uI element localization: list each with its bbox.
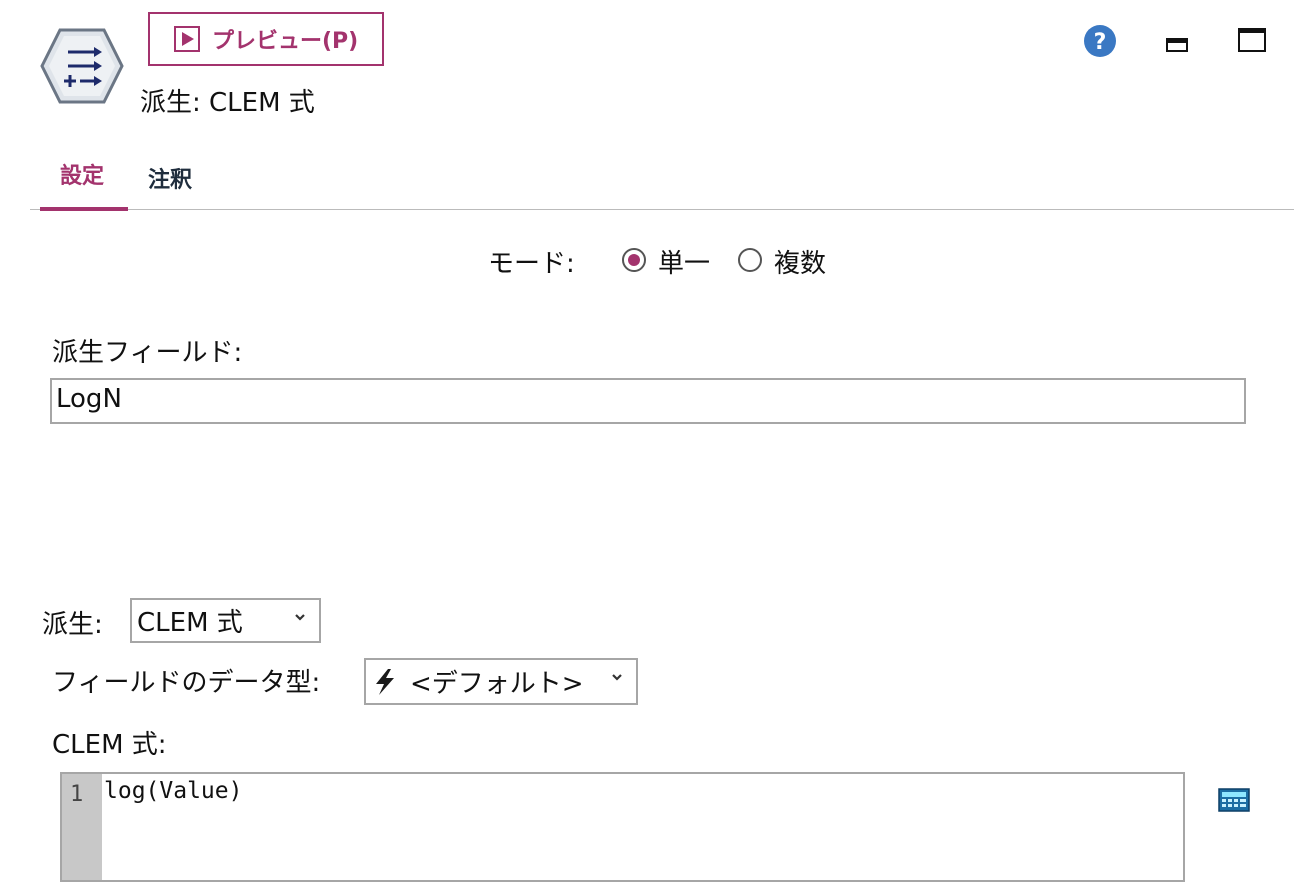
mode-single-label[interactable]: 単一 — [658, 243, 710, 280]
derive-as-label: 派生: — [42, 610, 103, 640]
derive-as-select[interactable]: CLEM 式 — [130, 598, 321, 643]
expression-builder-icon[interactable] — [1218, 788, 1250, 812]
clem-expression-editor[interactable]: 1 log(Value) — [60, 772, 1185, 882]
derive-field-label: 派生フィールド: — [52, 338, 243, 368]
lightning-icon — [376, 668, 394, 695]
node-title: 派生: CLEM 式 — [140, 88, 315, 118]
mode-multiple-radio[interactable] — [738, 248, 762, 272]
derive-field-input[interactable]: LogN — [50, 378, 1246, 424]
svg-text:?: ? — [1094, 30, 1107, 55]
mode-single-radio[interactable] — [622, 248, 646, 272]
field-type-label: フィールドのデータ型: — [52, 668, 321, 698]
tab-settings[interactable]: 設定 — [56, 158, 108, 190]
clem-expression-label: CLEM 式: — [52, 730, 167, 760]
mode-multiple-label[interactable]: 複数 — [774, 243, 826, 280]
preview-button[interactable]: プレビュー(P) — [148, 12, 384, 66]
field-type-value: <デフォルト> — [410, 669, 584, 699]
tab-annotations[interactable]: 注釈 — [144, 162, 196, 194]
maximize-icon[interactable] — [1238, 28, 1266, 52]
chevron-down-icon — [612, 674, 622, 681]
minimize-icon[interactable] — [1166, 38, 1188, 52]
line-number: 1 — [70, 782, 84, 807]
active-tab-indicator — [40, 207, 128, 211]
derive-as-value: CLEM 式 — [137, 608, 243, 638]
help-icon[interactable]: ? — [1083, 24, 1117, 58]
field-type-select[interactable]: <デフォルト> — [364, 658, 638, 705]
preview-button-label: プレビュー(P) — [212, 29, 359, 54]
chevron-down-icon — [295, 614, 305, 621]
play-icon — [174, 26, 200, 52]
derive-node-icon — [40, 28, 124, 104]
code-line[interactable]: log(Value) — [104, 778, 242, 804]
tab-divider — [30, 209, 1294, 210]
mode-label: モード: — [488, 249, 575, 279]
